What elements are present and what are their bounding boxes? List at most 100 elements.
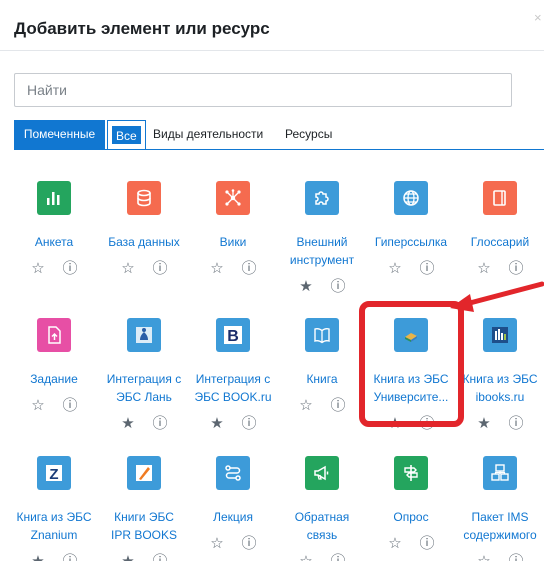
tab-all[interactable]: Все	[107, 120, 146, 149]
activity-label-13[interactable]: Книги ЭБС IPR BOOKS	[99, 508, 189, 544]
activity-label-line2: ibooks.ru	[475, 390, 525, 404]
activity-label-6[interactable]: Задание	[9, 370, 99, 388]
star-filled-icon[interactable]: ★	[290, 277, 322, 295]
activity-label-15[interactable]: Обратная связь	[277, 508, 367, 544]
activity-actions: ☆ⓘ	[112, 257, 176, 278]
star-outline-icon[interactable]: ☆	[290, 552, 322, 561]
tab-activities[interactable]: Виды деятельности	[153, 120, 263, 149]
star-outline-icon[interactable]: ☆	[290, 396, 322, 414]
star-filled-icon[interactable]: ★	[468, 414, 500, 432]
star-outline-icon[interactable]: ☆	[22, 396, 54, 414]
info-icon[interactable]: ⓘ	[54, 394, 86, 415]
ipr-logo-icon	[136, 465, 152, 481]
info-icon[interactable]: ⓘ	[233, 257, 265, 278]
info-icon[interactable]: ⓘ	[233, 412, 265, 433]
activity-label-line1: Внешний	[296, 235, 348, 249]
star-outline-icon[interactable]: ☆	[379, 534, 411, 552]
info-icon[interactable]: ⓘ	[411, 532, 443, 553]
activity-actions: ★ⓘ	[290, 275, 354, 296]
info-icon[interactable]: ⓘ	[233, 532, 265, 553]
activity-label-3[interactable]: Внешний инструмент	[277, 233, 367, 269]
activity-label-4[interactable]: Гиперссылка	[366, 233, 456, 251]
info-icon[interactable]: ⓘ	[411, 257, 443, 278]
activity-tile-6[interactable]	[37, 318, 71, 352]
activity-label-8[interactable]: Интеграция с ЭБС BOOK.ru	[188, 370, 278, 406]
activity-label-12[interactable]: Книга из ЭБС Znanium	[9, 508, 99, 544]
activity-label-line1: Анкета	[34, 235, 74, 249]
activity-label-2[interactable]: Вики	[188, 233, 278, 251]
activity-tile-16[interactable]	[394, 456, 428, 490]
activity-tile-17[interactable]	[483, 456, 517, 490]
star-outline-icon[interactable]: ☆	[22, 259, 54, 277]
package-icon	[491, 464, 509, 481]
ibooks-logo-icon	[492, 327, 508, 343]
activity-tile-9[interactable]	[305, 318, 339, 352]
bookru-logo-icon: B	[224, 326, 242, 345]
activity-tile-4[interactable]	[394, 181, 428, 215]
info-icon[interactable]: ⓘ	[144, 257, 176, 278]
activity-label-11[interactable]: Книга из ЭБС ibooks.ru	[455, 370, 544, 406]
info-icon[interactable]: ⓘ	[500, 257, 532, 278]
activity-tile-7[interactable]	[127, 318, 161, 352]
info-icon[interactable]: ⓘ	[144, 412, 176, 433]
activity-actions: ☆ⓘ	[201, 257, 265, 278]
database-icon	[137, 189, 151, 207]
activity-actions: ★ⓘ	[22, 550, 86, 561]
info-icon[interactable]: ⓘ	[54, 257, 86, 278]
info-icon[interactable]: ⓘ	[322, 394, 354, 415]
star-outline-icon[interactable]: ☆	[112, 259, 144, 277]
activity-actions: ★ⓘ	[201, 412, 265, 433]
red-arrow	[450, 281, 544, 312]
activity-tile-14[interactable]	[216, 456, 250, 490]
info-icon[interactable]: ⓘ	[500, 550, 532, 561]
activity-tile-3[interactable]	[305, 181, 339, 215]
activity-label-16[interactable]: Опрос	[366, 508, 456, 526]
activity-tile-0[interactable]	[37, 181, 71, 215]
activity-tile-1[interactable]	[127, 181, 161, 215]
activity-tile-8[interactable]: B	[216, 318, 250, 352]
tab-starred[interactable]: Помеченные	[14, 120, 105, 149]
activity-tile-13[interactable]	[127, 456, 161, 490]
star-filled-icon[interactable]: ★	[112, 552, 144, 561]
star-filled-icon[interactable]: ★	[112, 414, 144, 432]
activity-tile-12[interactable]: Z	[37, 456, 71, 490]
star-filled-icon[interactable]: ★	[201, 414, 233, 432]
file-upload-icon	[48, 326, 61, 344]
activity-actions: ☆ⓘ	[290, 550, 354, 561]
close-icon[interactable]: ×	[534, 10, 544, 24]
tab-resources[interactable]: Ресурсы	[285, 120, 332, 149]
activity-tile-2[interactable]	[216, 181, 250, 215]
activity-label-17[interactable]: Пакет IMS содержимого	[455, 508, 544, 544]
info-icon[interactable]: ⓘ	[322, 550, 354, 561]
activity-label-line1: Глоссарий	[470, 235, 530, 249]
activity-actions: ★ⓘ	[468, 412, 532, 433]
info-icon[interactable]: ⓘ	[144, 550, 176, 561]
activity-label-line1: Вики	[219, 235, 247, 249]
info-icon[interactable]: ⓘ	[322, 275, 354, 296]
activity-label-5[interactable]: Глоссарий	[455, 233, 544, 251]
activity-label-line1: Книги ЭБС	[114, 510, 174, 524]
star-outline-icon[interactable]: ☆	[201, 534, 233, 552]
star-outline-icon[interactable]: ☆	[468, 552, 500, 561]
star-outline-icon[interactable]: ☆	[379, 259, 411, 277]
info-icon[interactable]: ⓘ	[500, 412, 532, 433]
search-input[interactable]: Найти	[14, 73, 512, 107]
star-filled-icon[interactable]: ★	[22, 552, 54, 561]
activity-tile-15[interactable]	[305, 456, 339, 490]
activity-tile-5[interactable]	[483, 181, 517, 215]
activity-label-9[interactable]: Книга	[277, 370, 367, 388]
activity-label-line2: ЭБС Лань	[116, 390, 172, 404]
activity-label-1[interactable]: База данных	[99, 233, 189, 251]
activity-label-0[interactable]: Анкета	[9, 233, 99, 251]
activity-label-7[interactable]: Интеграция с ЭБС Лань	[99, 370, 189, 406]
activity-actions: ☆ⓘ	[379, 532, 443, 553]
activity-tile-11[interactable]	[483, 318, 517, 352]
activity-actions: ★ⓘ	[112, 412, 176, 433]
activity-label-line1: Опрос	[393, 510, 429, 524]
star-outline-icon[interactable]: ☆	[468, 259, 500, 277]
activity-label-14[interactable]: Лекция	[188, 508, 278, 526]
star-outline-icon[interactable]: ☆	[201, 259, 233, 277]
activity-actions: ☆ⓘ	[290, 394, 354, 415]
info-icon[interactable]: ⓘ	[54, 550, 86, 561]
activity-label-line1: Интеграция с	[195, 372, 271, 386]
